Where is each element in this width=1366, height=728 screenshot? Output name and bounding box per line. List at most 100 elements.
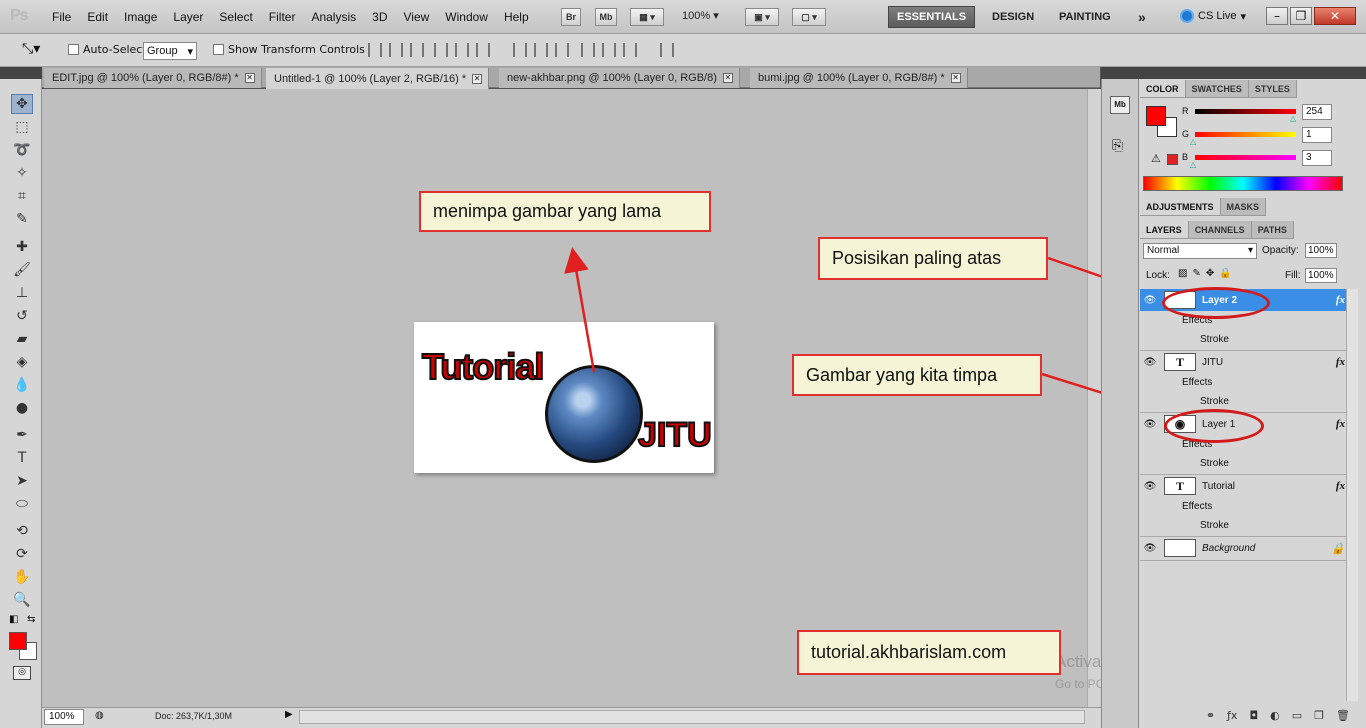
new-layer-icon[interactable]: ❐ xyxy=(1314,709,1324,722)
color-spectrum-bar[interactable] xyxy=(1143,176,1343,191)
move-tool-icon[interactable]: ✥ xyxy=(11,94,33,114)
mini-bridge-icon[interactable]: Mb xyxy=(1110,96,1130,114)
pen-tool-icon[interactable]: ✒ xyxy=(11,425,33,445)
hand-tool-icon[interactable]: ✋ xyxy=(11,567,33,587)
quick-mask-icon[interactable]: ◎ xyxy=(13,666,31,680)
menu-help[interactable]: Help xyxy=(496,10,537,24)
restore-button[interactable]: ❐ xyxy=(1290,7,1312,25)
distribute-left-icon[interactable] xyxy=(581,43,595,57)
auto-align-layers-icon[interactable] xyxy=(660,43,674,57)
menu-image[interactable]: Image xyxy=(116,10,165,24)
b-slider[interactable] xyxy=(1195,155,1296,160)
b-value-field[interactable]: 3 xyxy=(1302,150,1332,166)
view-extras-button[interactable]: ▦ ▾ xyxy=(630,8,664,26)
opacity-field[interactable]: 100% xyxy=(1305,243,1337,258)
gamut-color-swatch[interactable] xyxy=(1167,154,1178,165)
blend-mode-select[interactable]: Normal ▾ xyxy=(1143,243,1257,259)
align-right-icon[interactable] xyxy=(476,43,490,57)
tab-masks[interactable]: MASKS xyxy=(1220,198,1267,215)
tab-swatches[interactable]: SWATCHES xyxy=(1185,80,1249,97)
link-layers-icon[interactable]: ⚭ xyxy=(1206,709,1215,722)
status-profile-icon[interactable]: ◍ xyxy=(95,710,104,721)
close-window-button[interactable]: ✕ xyxy=(1314,7,1356,25)
layer-fx-icon[interactable]: fx xyxy=(1336,356,1345,368)
show-transform-checkbox[interactable] xyxy=(213,44,224,55)
tab-channels[interactable]: CHANNELS xyxy=(1188,221,1252,238)
tab-layers[interactable]: LAYERS xyxy=(1140,221,1189,238)
status-menu-arrow-icon[interactable]: ▶ xyxy=(285,709,293,720)
workspace-design[interactable]: DESIGN xyxy=(984,6,1042,28)
horizontal-scrollbar[interactable] xyxy=(299,710,1085,724)
distribute-top-icon[interactable] xyxy=(513,43,527,57)
type-tool-icon[interactable]: T xyxy=(11,448,33,468)
delete-layer-icon[interactable]: 🗑 xyxy=(1336,709,1350,722)
zoom-level-select[interactable]: 100% ▾ xyxy=(682,9,719,22)
menu-filter[interactable]: Filter xyxy=(261,10,304,24)
visibility-eye-icon[interactable]: 👁 xyxy=(1140,481,1160,492)
tab-paths[interactable]: PATHS xyxy=(1251,221,1294,238)
workspace-more-button[interactable]: » xyxy=(1130,6,1154,28)
fill-field[interactable]: 100% xyxy=(1305,268,1337,283)
document-canvas[interactable]: Tutorial JITU xyxy=(414,322,714,473)
add-mask-icon[interactable]: ◘ xyxy=(1249,709,1258,722)
bridge-button[interactable]: Br xyxy=(561,8,581,26)
arrange-documents-button[interactable]: ▣ ▾ xyxy=(745,8,779,26)
layer-fx-icon[interactable]: fx xyxy=(1336,480,1345,492)
tab-edit-jpg[interactable]: EDIT.jpg @ 100% (Layer 0, RGB/8#) * ✕ xyxy=(44,68,262,88)
3d-orbit-tool-icon[interactable]: ⟳ xyxy=(11,544,33,564)
cs-live-button[interactable]: CS Live ▾ xyxy=(1180,9,1246,23)
menu-window[interactable]: Window xyxy=(437,10,496,24)
tab-color[interactable]: COLOR xyxy=(1140,80,1186,97)
foreground-color-swatch[interactable] xyxy=(9,632,27,650)
close-tab-icon[interactable]: ✕ xyxy=(950,73,961,83)
history-brush-tool-icon[interactable]: ↺ xyxy=(11,306,33,326)
close-tab-icon[interactable]: ✕ xyxy=(244,73,255,83)
marquee-tool-icon[interactable]: ⬚ xyxy=(11,117,33,137)
adjustment-layer-icon[interactable]: ◐ xyxy=(1270,709,1280,722)
menu-3d[interactable]: 3D xyxy=(364,10,395,24)
brush-tool-icon[interactable]: 🖌 xyxy=(11,260,33,280)
minimize-button[interactable]: – xyxy=(1266,7,1288,25)
g-value-field[interactable]: 1 xyxy=(1302,127,1332,143)
auto-select-option[interactable]: Auto-Select: xyxy=(68,43,150,56)
new-group-icon[interactable]: ▭ xyxy=(1292,709,1302,722)
screen-mode-button[interactable]: ▢ ▾ xyxy=(792,8,826,26)
gamut-warning-icon[interactable]: ⚠ xyxy=(1151,152,1161,165)
layer-fx-icon[interactable]: fx xyxy=(1336,294,1345,306)
menu-edit[interactable]: Edit xyxy=(79,10,116,24)
move-tool-preset-icon[interactable]: ⤡▾ xyxy=(22,41,40,57)
lasso-tool-icon[interactable]: ➰ xyxy=(11,140,33,160)
visibility-eye-icon[interactable]: 👁 xyxy=(1140,543,1160,554)
align-top-icon[interactable] xyxy=(368,43,382,57)
r-value-field[interactable]: 254 xyxy=(1302,104,1332,120)
status-zoom-field[interactable]: 100% xyxy=(44,709,84,725)
mini-bridge-button[interactable]: Mb xyxy=(595,8,617,26)
auto-select-checkbox[interactable] xyxy=(68,44,79,55)
b-slider-handle[interactable]: △ xyxy=(1190,160,1196,169)
tools-panel-header[interactable] xyxy=(0,67,42,79)
layer-fx-icon[interactable]: fx xyxy=(1336,418,1345,430)
clone-stamp-tool-icon[interactable]: ⊥ xyxy=(11,283,33,303)
layers-scrollbar[interactable] xyxy=(1346,289,1358,701)
r-slider-handle[interactable]: △ xyxy=(1290,114,1296,123)
workspace-essentials[interactable]: ESSENTIALS xyxy=(888,6,976,28)
paint-bucket-tool-icon[interactable]: ◈ xyxy=(11,352,33,372)
align-left-icon[interactable] xyxy=(434,43,448,57)
menu-layer[interactable]: Layer xyxy=(165,10,211,24)
tab-new-akhbar-png[interactable]: new-akhbar.png @ 100% (Layer 0, RGB/8) ✕ xyxy=(499,68,740,88)
g-slider[interactable] xyxy=(1195,132,1296,137)
r-slider[interactable] xyxy=(1195,109,1296,114)
blur-tool-icon[interactable]: 💧 xyxy=(11,375,33,395)
distribute-bottom-icon[interactable] xyxy=(555,43,569,57)
tab-styles[interactable]: STYLES xyxy=(1248,80,1297,97)
crop-tool-icon[interactable]: ⌗ xyxy=(11,186,33,206)
tab-bumi-jpg[interactable]: bumi.jpg @ 100% (Layer 0, RGB/8#) * ✕ xyxy=(750,68,968,88)
align-vcenter-icon[interactable] xyxy=(389,43,403,57)
tab-adjustments[interactable]: ADJUSTMENTS xyxy=(1140,198,1221,215)
default-colors-icon[interactable]: ◧ xyxy=(9,614,18,625)
dodge-tool-icon[interactable]: ● xyxy=(11,398,33,418)
ellipse-tool-icon[interactable]: ⬭ xyxy=(11,494,33,514)
tab-untitled-1[interactable]: Untitled-1 @ 100% (Layer 2, RGB/16) * ✕ xyxy=(266,68,490,89)
menu-view[interactable]: View xyxy=(395,10,437,24)
show-transform-option[interactable]: Show Transform Controls xyxy=(213,43,365,56)
